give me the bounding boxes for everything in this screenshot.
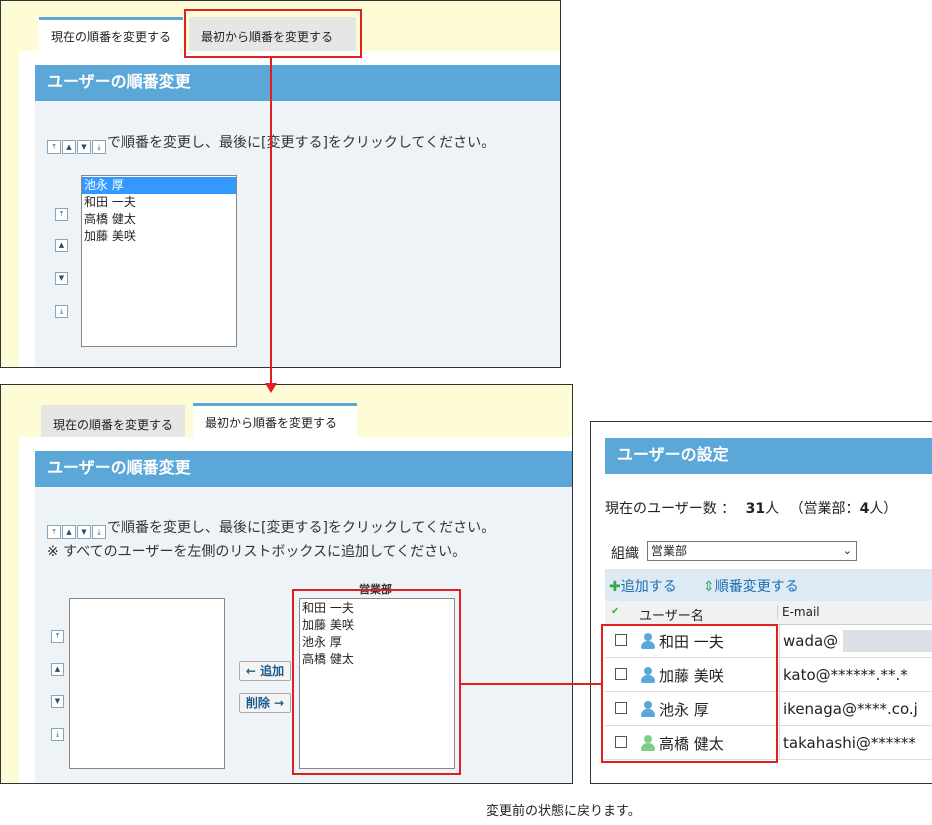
plus-icon: ✚ [609, 579, 621, 595]
move-bottom-icon: ⤓ [92, 140, 106, 154]
tab-from-start[interactable]: 最初から順番を変更する [193, 403, 357, 439]
annotation-arrow-line [270, 58, 272, 384]
move-bottom-icon: ⤓ [92, 525, 106, 539]
move-bottom-button[interactable]: ⤓ [51, 728, 64, 741]
user-email: wada@ [779, 625, 838, 658]
annotation-box-list [292, 589, 461, 775]
tab-current-order[interactable]: 現在の順番を変更する [39, 17, 184, 51]
move-down-icon: ▼ [77, 140, 91, 154]
list-item[interactable]: 池永 厚 [82, 177, 236, 194]
user-email: ikenaga@****.co.j [779, 693, 918, 726]
count-unit: 人 [765, 501, 780, 517]
move-up-button[interactable]: ▲ [51, 663, 64, 676]
instruction-label: で順番を変更し、最後に[変更する]をクリックしてください。 [107, 135, 496, 151]
instruction-text: ⤒ ▲ ▼ ⤓ で順番を変更し、最後に[変更する]をクリックしてください。 [47, 517, 495, 539]
move-bottom-button[interactable]: ⤓ [55, 305, 68, 318]
add-link[interactable]: ✚追加する [609, 576, 677, 596]
order-icons-legend: ⤒ ▲ ▼ ⤓ [47, 522, 107, 539]
email-blur [843, 630, 932, 652]
instruction-label: で順番を変更し、最後に[変更する]をクリックしてください。 [107, 520, 496, 536]
order-icons-legend: ⤒ ▲ ▼ ⤓ [47, 137, 107, 154]
table-header: ✔ ユーザー名 E-mail [605, 601, 932, 625]
org-label: 組織 [611, 546, 639, 562]
annotation-box-names [601, 624, 778, 763]
move-down-icon: ▼ [77, 525, 91, 539]
move-top-icon: ⤒ [47, 140, 61, 154]
middle-panel: 現在の順番を変更する 最初から順番を変更する ユーザーの順番変更 ⤒ ▲ ▼ ⤓ で順… [0, 384, 573, 784]
dept-suffix: 人） [869, 501, 898, 517]
chevron-down-icon: ⌄ [842, 544, 852, 557]
dept-value: 4 [859, 501, 870, 517]
col-email: E-mail [777, 605, 820, 619]
user-count: 現在のユーザー数 ： 31人 （営業部：4人） [605, 498, 897, 518]
move-up-button[interactable]: ▲ [55, 239, 68, 252]
caption: 変更前の状態に戻ります。 [486, 804, 641, 819]
count-prefix: 現在のユーザー数 ： [605, 501, 736, 517]
check-icon: ✔ [611, 606, 620, 617]
tab-current-order[interactable]: 現在の順番を変更する [41, 405, 186, 439]
remove-button[interactable]: 削除 → [239, 693, 291, 713]
user-email: kato@******.**.* [779, 659, 908, 692]
list-item[interactable]: 和田 一夫 [82, 194, 236, 211]
move-down-button[interactable]: ▼ [55, 272, 68, 285]
add-button[interactable]: ← 追加 [239, 661, 291, 681]
move-top-button[interactable]: ⤒ [51, 630, 64, 643]
move-top-button[interactable]: ⤒ [55, 208, 68, 221]
page-title: ユーザーの順番変更 [35, 451, 572, 487]
annotation-connector [461, 683, 603, 685]
reorder-link-label: 順番変更する [714, 579, 799, 595]
move-top-icon: ⤒ [47, 525, 61, 539]
selected-users-listbox[interactable] [69, 598, 225, 769]
user-email: takahashi@****** [779, 727, 916, 760]
settings-title: ユーザーの設定 [605, 438, 932, 474]
list-item[interactable]: 加藤 美咲 [82, 228, 236, 245]
col-user: ユーザー名 [639, 609, 704, 624]
org-select[interactable]: 営業部 ⌄ [647, 541, 857, 561]
count-value: 31 [745, 501, 766, 517]
dept-prefix: （営業部： [789, 501, 860, 517]
list-item[interactable]: 高橋 健太 [82, 211, 236, 228]
reorder-icon: ⇕ [703, 579, 715, 595]
move-up-icon: ▲ [62, 140, 76, 154]
move-up-icon: ▲ [62, 525, 76, 539]
move-down-button[interactable]: ▼ [51, 695, 64, 708]
org-select-value: 営業部 [651, 544, 688, 558]
add-link-label: 追加する [620, 579, 677, 595]
page-title: ユーザーの順番変更 [35, 65, 560, 101]
reorder-link[interactable]: ⇕順番変更する [703, 576, 799, 596]
note-text: ※ すべてのユーザーを左側のリストボックスに追加してください。 [47, 544, 467, 560]
order-listbox[interactable]: 池永 厚 和田 一夫 高橋 健太 加藤 美咲 [81, 175, 237, 347]
annotation-arrow-head [265, 383, 277, 393]
annotation-box-tab [184, 9, 362, 58]
